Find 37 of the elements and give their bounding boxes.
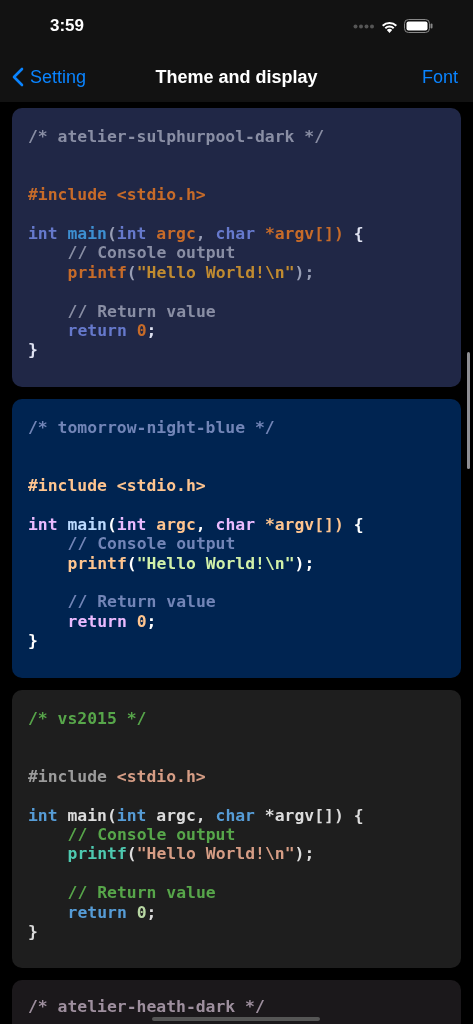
code-line: printf("Hello World!\n"); <box>67 553 315 573</box>
code-line: // Console output <box>67 825 236 845</box>
screen-title: Theme and display <box>155 66 318 87</box>
code-line: int main(int argc, char *argv[]) { <box>28 514 364 535</box>
code-line: // Return value <box>67 301 216 321</box>
code-line: // Return value <box>67 592 216 612</box>
code-line: #include <stdio.h> <box>28 185 206 205</box>
code-line: /* vs2015 */ <box>28 708 147 729</box>
code-line: int main(int argc, char *argv[]) { <box>28 805 364 825</box>
code-line: printf("Hello World!\n"); <box>67 262 315 283</box>
status-time: 3:59 <box>50 16 85 36</box>
code-line: return 0; <box>67 611 157 632</box>
code-line: #include <stdio.h> <box>28 476 206 496</box>
code-line: return 0; <box>67 321 157 341</box>
theme-card[interactable]: /* atelier-sulphurpool-dark */ #include <stdio.h> int main(int argc, char *argv[]) { // Console output printf("Hello World!\n"); // Return value return 0; } <box>12 108 461 387</box>
signal-icon <box>353 23 375 29</box>
chevron-left-icon <box>12 67 24 87</box>
code-line: // Console output <box>67 243 236 263</box>
font-button[interactable]: Font <box>421 66 458 88</box>
wifi-icon <box>381 19 398 33</box>
code-line: int main(int argc, char *argv[]) { <box>28 224 364 244</box>
code-line: } <box>28 631 38 651</box>
code-line: // Console output <box>67 534 236 554</box>
theme-card[interactable]: /* tomorrow-night-blue */ #include <stdio.h> int main(int argc, char *argv[]) { // Console output printf("Hello World!\n"); // Return value return 0; } <box>12 398 461 678</box>
battery-icon <box>404 19 433 33</box>
code-line: /* atelier-heath-dark */ <box>28 997 265 1017</box>
theme-card[interactable]: /* vs2015 */ #include <stdio.h> int main(int argc, char *argv[]) { // Console output printf("Hello World!\n"); // Return value return 0; } <box>12 689 461 969</box>
back-button[interactable]: Setting <box>12 66 87 88</box>
code-line: // Return value <box>67 883 216 903</box>
code-line: /* tomorrow-night-blue */ <box>28 417 275 438</box>
code-line: /* atelier-sulphurpool-dark */ <box>28 127 325 147</box>
code-line: return 0; <box>67 902 157 923</box>
code-line: #include <stdio.h> <box>28 766 206 787</box>
code-line: } <box>28 922 38 942</box>
code-line: printf("Hello World!\n"); <box>67 844 315 864</box>
theme-card[interactable]: /* atelier-heath-dark */ <box>12 980 461 1024</box>
code-line: } <box>28 340 38 360</box>
